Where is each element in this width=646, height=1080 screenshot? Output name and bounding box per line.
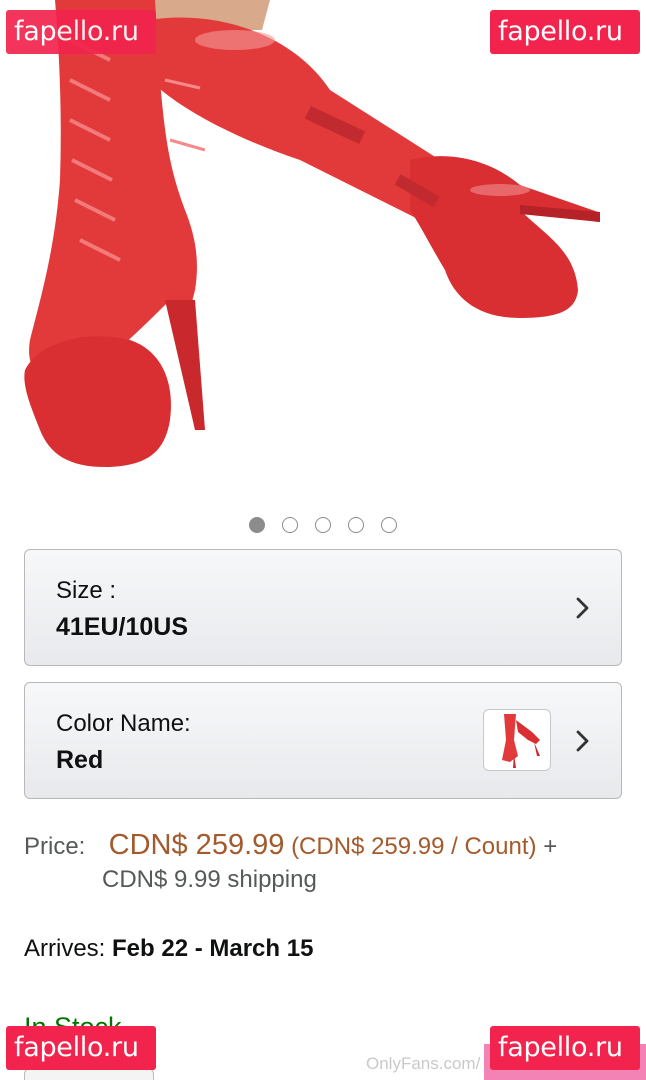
watermark-bottom-right: fapello.ru bbox=[490, 1026, 640, 1070]
price-row: Price: CDN$ 259.99 (CDN$ 259.99 / Count)… bbox=[24, 828, 624, 864]
carousel-dot-1[interactable] bbox=[249, 517, 265, 533]
color-value: Red bbox=[56, 746, 104, 774]
carousel-dot-2[interactable] bbox=[282, 517, 298, 533]
delivery-label: Arrives: bbox=[24, 935, 106, 962]
price-amount: CDN$ 259.99 bbox=[108, 829, 285, 861]
shipping-cost: CDN$ 9.99 shipping bbox=[102, 866, 317, 893]
watermark-top-right: fapello.ru bbox=[490, 10, 640, 54]
size-value: 41EU/10US bbox=[56, 613, 189, 641]
color-swatch-thumbnail[interactable] bbox=[483, 709, 551, 771]
price-plus: + bbox=[543, 833, 558, 860]
unit-price: (CDN$ 259.99 / Count) bbox=[291, 833, 537, 860]
delivery-dates: Feb 22 - March 15 bbox=[112, 935, 314, 962]
watermark-top-left: fapello.ru bbox=[6, 10, 156, 54]
product-image[interactable] bbox=[0, 0, 646, 500]
red-boots-thumbnail-image bbox=[502, 714, 540, 768]
image-carousel-dots bbox=[249, 517, 397, 533]
chevron-right-icon bbox=[576, 597, 589, 619]
delivery-estimate: Arrives: Feb 22 - March 15 bbox=[24, 935, 313, 963]
carousel-dot-3[interactable] bbox=[315, 517, 331, 533]
watermark-bottom-left: fapello.ru bbox=[6, 1026, 156, 1070]
carousel-dot-4[interactable] bbox=[348, 517, 364, 533]
size-label: Size : bbox=[56, 577, 117, 604]
product-page: fapello.ru fapello.ru Size : 41EU/10US C… bbox=[0, 0, 646, 1080]
chevron-right-icon bbox=[576, 730, 589, 752]
onlyfans-watermark: OnlyFans.com/ bbox=[366, 1054, 481, 1073]
red-thigh-high-boots-image bbox=[24, 0, 600, 468]
size-selector[interactable]: Size : 41EU/10US bbox=[24, 549, 622, 666]
color-selector[interactable]: Color Name: Red bbox=[24, 682, 622, 799]
price-label: Price: bbox=[24, 833, 86, 860]
color-label: Color Name: bbox=[56, 710, 191, 737]
carousel-dot-5[interactable] bbox=[381, 517, 397, 533]
